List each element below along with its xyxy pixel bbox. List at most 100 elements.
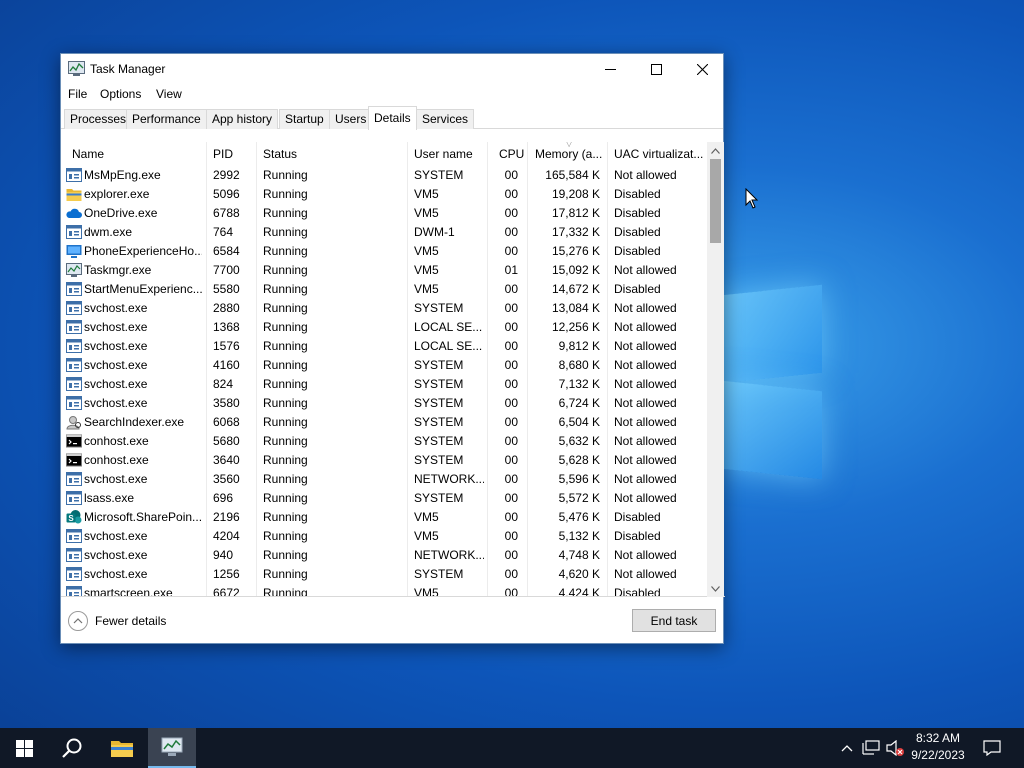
end-task-button[interactable]: End task (632, 609, 716, 632)
action-center-button[interactable] (978, 728, 1006, 768)
table-row[interactable]: dwm.exe 764 Running DWM-1 00 17,332 K Disabled (61, 223, 707, 242)
app-window-icon (66, 548, 82, 563)
table-row[interactable]: conhost.exe 5680 Running SYSTEM 00 5,632 K Not… (61, 432, 707, 451)
minimize-button[interactable] (587, 54, 633, 84)
column-header-name[interactable]: Name (72, 142, 202, 166)
cell-user: LOCAL SE... (414, 339, 483, 353)
table-row[interactable]: svchost.exe 3580 Running SYSTEM 00 6,724 K Not… (61, 394, 707, 413)
cell-mem: 5,632 K (558, 434, 600, 448)
vertical-scrollbar[interactable] (707, 142, 724, 597)
table-row[interactable]: StartMenuExperienc... 5580 Running VM5 00 14,… (61, 280, 707, 299)
column-header-status[interactable]: Status (263, 142, 403, 166)
cell-uac: Not allowed (614, 415, 677, 429)
table-row[interactable]: lsass.exe 696 Running SYSTEM 00 5,572 K Not al… (61, 489, 707, 508)
table-row[interactable]: PhoneExperienceHo... 6584 Running VM5 00 15,2… (61, 242, 707, 261)
cell-mem: 15,276 K (551, 244, 600, 258)
cell-status: Running (263, 301, 308, 315)
start-button[interactable] (0, 728, 48, 768)
table-row[interactable]: svchost.exe 1368 Running LOCAL SE... 00 12,25… (61, 318, 707, 337)
network-button[interactable] (860, 728, 882, 768)
cell-pid: 2196 (213, 510, 240, 524)
column-header-cpu[interactable]: CPU (499, 142, 529, 166)
app-window-icon (66, 225, 82, 240)
fewer-details-link[interactable]: Fewer details (68, 611, 166, 631)
scroll-down-button[interactable] (707, 580, 724, 597)
console-icon (66, 434, 82, 449)
column-header-memory[interactable]: Memory (a... (535, 142, 607, 166)
table-row[interactable]: SearchIndexer.exe 6068 Running SYSTEM 00 6,50… (61, 413, 707, 432)
menu-file[interactable]: File (68, 87, 87, 101)
table-row[interactable]: smartscreen.exe 6672 Running VM5 00 4,424 K Di… (61, 584, 707, 597)
column-header-pid[interactable]: PID (213, 142, 253, 166)
cell-uac: Not allowed (614, 491, 677, 505)
search-button[interactable] (48, 728, 96, 768)
cell-name: PhoneExperienceHo... (84, 244, 202, 258)
cell-name: svchost.exe (84, 548, 148, 562)
sharepoint-icon: S (66, 510, 82, 525)
scrollbar-thumb[interactable] (710, 159, 721, 243)
tab-performance[interactable]: Performance (126, 109, 207, 129)
maximize-button[interactable] (633, 54, 679, 84)
close-button[interactable] (679, 54, 725, 84)
table-row[interactable]: svchost.exe 4204 Running VM5 00 5,132 K Disabl… (61, 527, 707, 546)
cell-uac: Not allowed (614, 434, 677, 448)
cell-name: smartscreen.exe (84, 586, 173, 597)
cell-user: NETWORK... (414, 472, 484, 486)
tab-services[interactable]: Services (416, 109, 475, 129)
table-row[interactable]: conhost.exe 3640 Running SYSTEM 00 5,628 K Not… (61, 451, 707, 470)
title-bar[interactable]: Task Manager (61, 54, 723, 84)
cell-name: svchost.exe (84, 358, 148, 372)
cell-uac: Disabled (614, 206, 661, 220)
table-row[interactable]: svchost.exe 1256 Running SYSTEM 00 4,620 K Not… (61, 565, 707, 584)
cell-status: Running (263, 510, 308, 524)
tab-startup[interactable]: Startup (279, 109, 330, 129)
tab-app-history[interactable]: App history (206, 109, 279, 129)
cell-user: VM5 (414, 282, 439, 296)
table-row[interactable]: MsMpEng.exe 2992 Running SYSTEM 00 165,584 K N… (61, 166, 707, 185)
desktop-windows-logo (712, 284, 824, 480)
cell-mem: 14,672 K (551, 282, 600, 296)
taskbar-clock[interactable]: 8:32 AM 9/22/2023 (900, 730, 976, 766)
search-user-icon (66, 415, 82, 430)
cell-name: Taskmgr.exe (84, 263, 152, 277)
cell-cpu: 00 (504, 396, 518, 410)
column-header-user-name[interactable]: User name (414, 142, 486, 166)
cell-user: SYSTEM (414, 396, 464, 410)
cell-user: VM5 (414, 206, 439, 220)
table-row[interactable]: svchost.exe 3560 Running NETWORK... 00 5,596 … (61, 470, 707, 489)
cell-cpu: 00 (504, 339, 518, 353)
table-row[interactable]: svchost.exe 824 Running SYSTEM 00 7,132 K Not … (61, 375, 707, 394)
cell-uac: Disabled (614, 510, 661, 524)
column-header-uac[interactable]: UAC virtualizat... (614, 142, 706, 166)
cell-mem: 4,748 K (558, 548, 600, 562)
minimize-icon (604, 68, 616, 70)
cell-name: svchost.exe (84, 567, 148, 581)
table-row[interactable]: Taskmgr.exe 7700 Running VM5 01 15,092 K Not a… (61, 261, 707, 280)
tab-processes[interactable]: Processes (64, 109, 133, 129)
scroll-up-button[interactable] (707, 142, 724, 159)
table-row[interactable]: OneDrive.exe 6788 Running VM5 00 17,812 K Disa… (61, 204, 707, 223)
cell-uac: Not allowed (614, 358, 677, 372)
show-hidden-icons-button[interactable] (838, 728, 856, 768)
table-row[interactable]: svchost.exe 1576 Running LOCAL SE... 00 9,812… (61, 337, 707, 356)
tab-users[interactable]: Users (329, 109, 373, 129)
cell-user: DWM-1 (414, 225, 455, 239)
table-row[interactable]: svchost.exe 4160 Running SYSTEM 00 8,680 K Not… (61, 356, 707, 375)
task-manager-icon (161, 737, 183, 756)
menu-view[interactable]: View (156, 87, 182, 101)
cell-status: Running (263, 396, 308, 410)
cell-cpu: 00 (504, 187, 518, 201)
tab-details[interactable]: Details (368, 106, 417, 130)
menu-options[interactable]: Options (100, 87, 141, 101)
table-row[interactable]: svchost.exe 2880 Running SYSTEM 00 13,084 K No… (61, 299, 707, 318)
table-row[interactable]: svchost.exe 940 Running NETWORK... 00 4,748 K… (61, 546, 707, 565)
cell-pid: 3580 (213, 396, 240, 410)
cell-user: LOCAL SE... (414, 320, 483, 334)
table-row[interactable]: S Microsoft.SharePoin... 2196 Running VM5 00 5… (61, 508, 707, 527)
table-row[interactable]: explorer.exe 5096 Running VM5 00 19,208 K Disa… (61, 185, 707, 204)
task-manager-taskbar-button[interactable] (148, 728, 196, 768)
details-table: Name PID Status User name CPU ▽ Memory (… (61, 142, 725, 597)
cell-pid: 5096 (213, 187, 240, 201)
cell-status: Running (263, 358, 308, 372)
file-explorer-button[interactable] (98, 728, 146, 768)
